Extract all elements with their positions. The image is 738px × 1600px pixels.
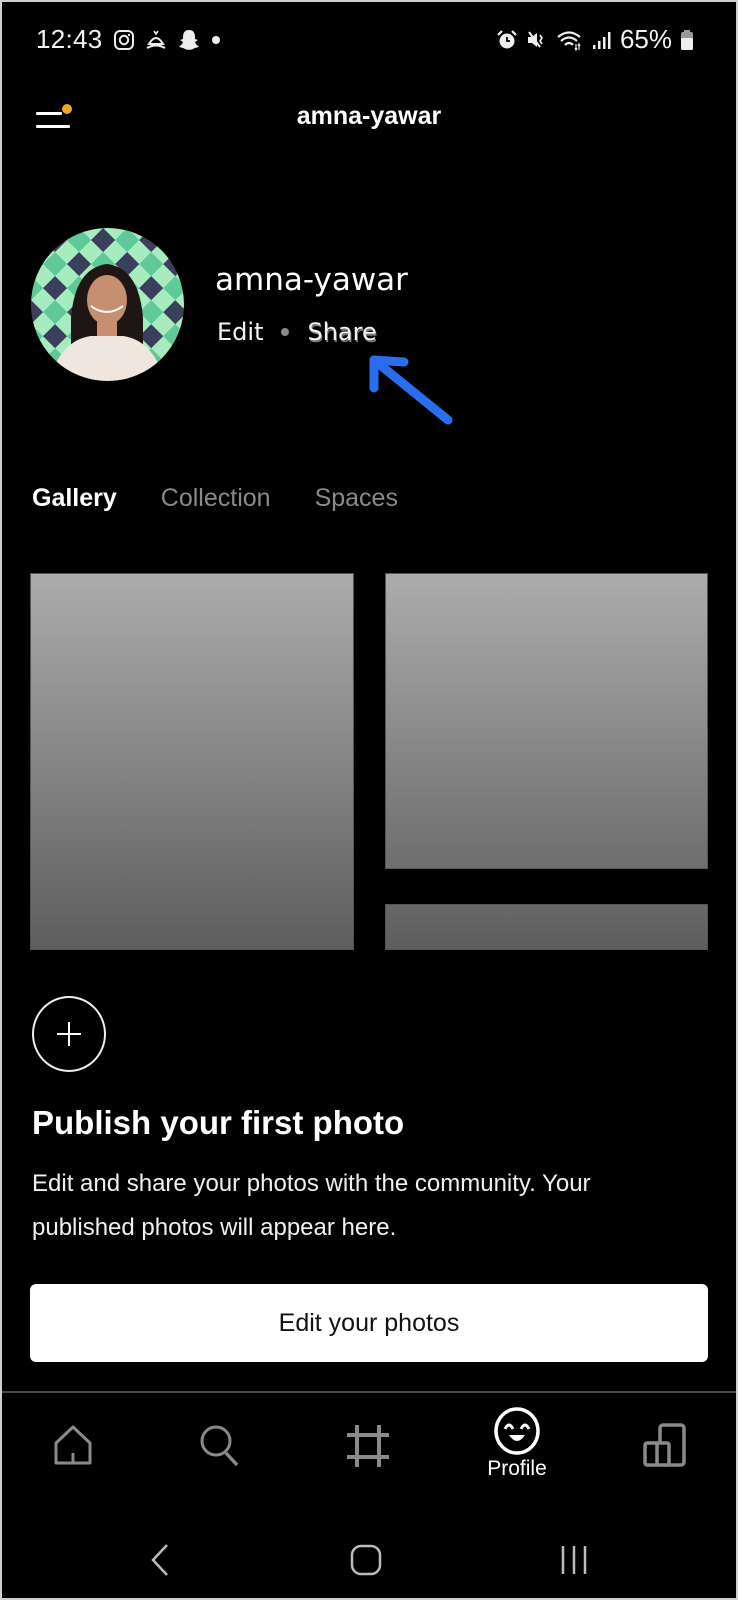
profile-actions: Edit Share xyxy=(217,318,377,346)
search-icon xyxy=(200,1425,239,1467)
gallery-placeholder xyxy=(385,904,708,950)
avatar[interactable] xyxy=(31,228,184,381)
top-bar: amna-yawar xyxy=(0,88,738,148)
status-time: 12:43 xyxy=(36,24,103,54)
manage-icon xyxy=(643,1423,686,1467)
system-recents-button[interactable] xyxy=(544,1535,604,1585)
system-nav-bar xyxy=(0,1535,738,1585)
gallery-placeholder xyxy=(30,573,354,950)
battery-icon xyxy=(680,29,694,51)
plus-icon xyxy=(57,1022,81,1046)
nav-item-manage[interactable] xyxy=(615,1393,715,1503)
battery-percent: 65% xyxy=(619,24,672,54)
notification-dot-icon xyxy=(211,35,221,45)
home-icon xyxy=(54,1425,92,1465)
back-icon xyxy=(151,1544,168,1576)
nav-item-edit[interactable] xyxy=(318,1393,418,1503)
status-bar: 12:43 65% xyxy=(0,18,738,62)
separator-dot xyxy=(281,328,290,336)
recents-icon xyxy=(561,1546,587,1574)
tab-collection[interactable]: Collection xyxy=(161,484,271,513)
share-profile-link[interactable]: Share xyxy=(307,318,376,346)
empty-state-description: Edit and share your photos with the comm… xyxy=(32,1170,591,1241)
edit-profile-link[interactable]: Edit xyxy=(217,318,263,346)
home-square-icon xyxy=(350,1544,382,1576)
nav-item-search[interactable] xyxy=(170,1393,270,1503)
system-back-button[interactable] xyxy=(130,1535,190,1585)
nav-label-profile: Profile xyxy=(487,1457,547,1480)
nav-item-home[interactable] xyxy=(23,1393,123,1503)
vibrate-mute-icon xyxy=(526,29,548,51)
tab-gallery[interactable]: Gallery xyxy=(32,484,117,513)
snapchat-icon xyxy=(177,28,201,52)
page-title: amna-yawar xyxy=(296,102,442,130)
wifi-icon xyxy=(556,29,584,51)
empty-state-title: Publish your first photo xyxy=(32,1104,405,1141)
add-photo-button[interactable] xyxy=(32,996,106,1072)
smiley-profile-icon xyxy=(494,1407,540,1455)
profile-tabs: Gallery Collection Spaces xyxy=(32,484,398,513)
gallery-placeholder xyxy=(385,573,708,869)
signal-icon xyxy=(592,30,612,50)
tab-spaces[interactable]: Spaces xyxy=(315,484,398,513)
alarm-icon xyxy=(496,29,518,51)
nav-item-profile[interactable]: Profile xyxy=(467,1393,567,1503)
instagram-icon xyxy=(113,29,135,51)
crop-icon xyxy=(347,1425,389,1467)
profile-username: amna-yawar xyxy=(215,262,408,298)
edit-your-photos-button[interactable]: Edit your photos xyxy=(30,1284,708,1362)
annotation-arrow-icon xyxy=(369,355,453,425)
bottom-nav: Profile xyxy=(0,1393,738,1503)
system-home-button[interactable] xyxy=(336,1535,396,1585)
prayer-app-icon xyxy=(145,28,167,52)
